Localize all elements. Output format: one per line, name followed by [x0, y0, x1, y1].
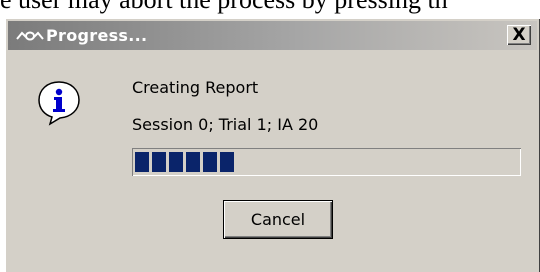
cancel-button[interactable]: Cancel: [224, 201, 332, 238]
progress-segment: [135, 152, 149, 172]
progress-segment: [169, 152, 183, 172]
progress-detail: Session 0; Trial 1; IA 20: [132, 115, 319, 134]
window-title: Progress...: [46, 26, 148, 45]
background-caption-text: e user may abort the process by pressing…: [0, 0, 540, 19]
progress-dialog: Progress... X Creating Report Session 0;…: [5, 18, 540, 272]
info-icon: [38, 81, 80, 126]
progress-bar: [132, 148, 521, 176]
progress-segment: [152, 152, 166, 172]
window-menu-icon[interactable]: [16, 28, 44, 44]
close-button[interactable]: X: [507, 25, 531, 45]
progress-segment: [220, 152, 234, 172]
status-message: Creating Report: [132, 78, 259, 97]
progress-bar-fill: [135, 152, 237, 172]
title-bar[interactable]: Progress... X: [8, 21, 537, 50]
progress-segment: [186, 152, 200, 172]
progress-segment: [203, 152, 217, 172]
